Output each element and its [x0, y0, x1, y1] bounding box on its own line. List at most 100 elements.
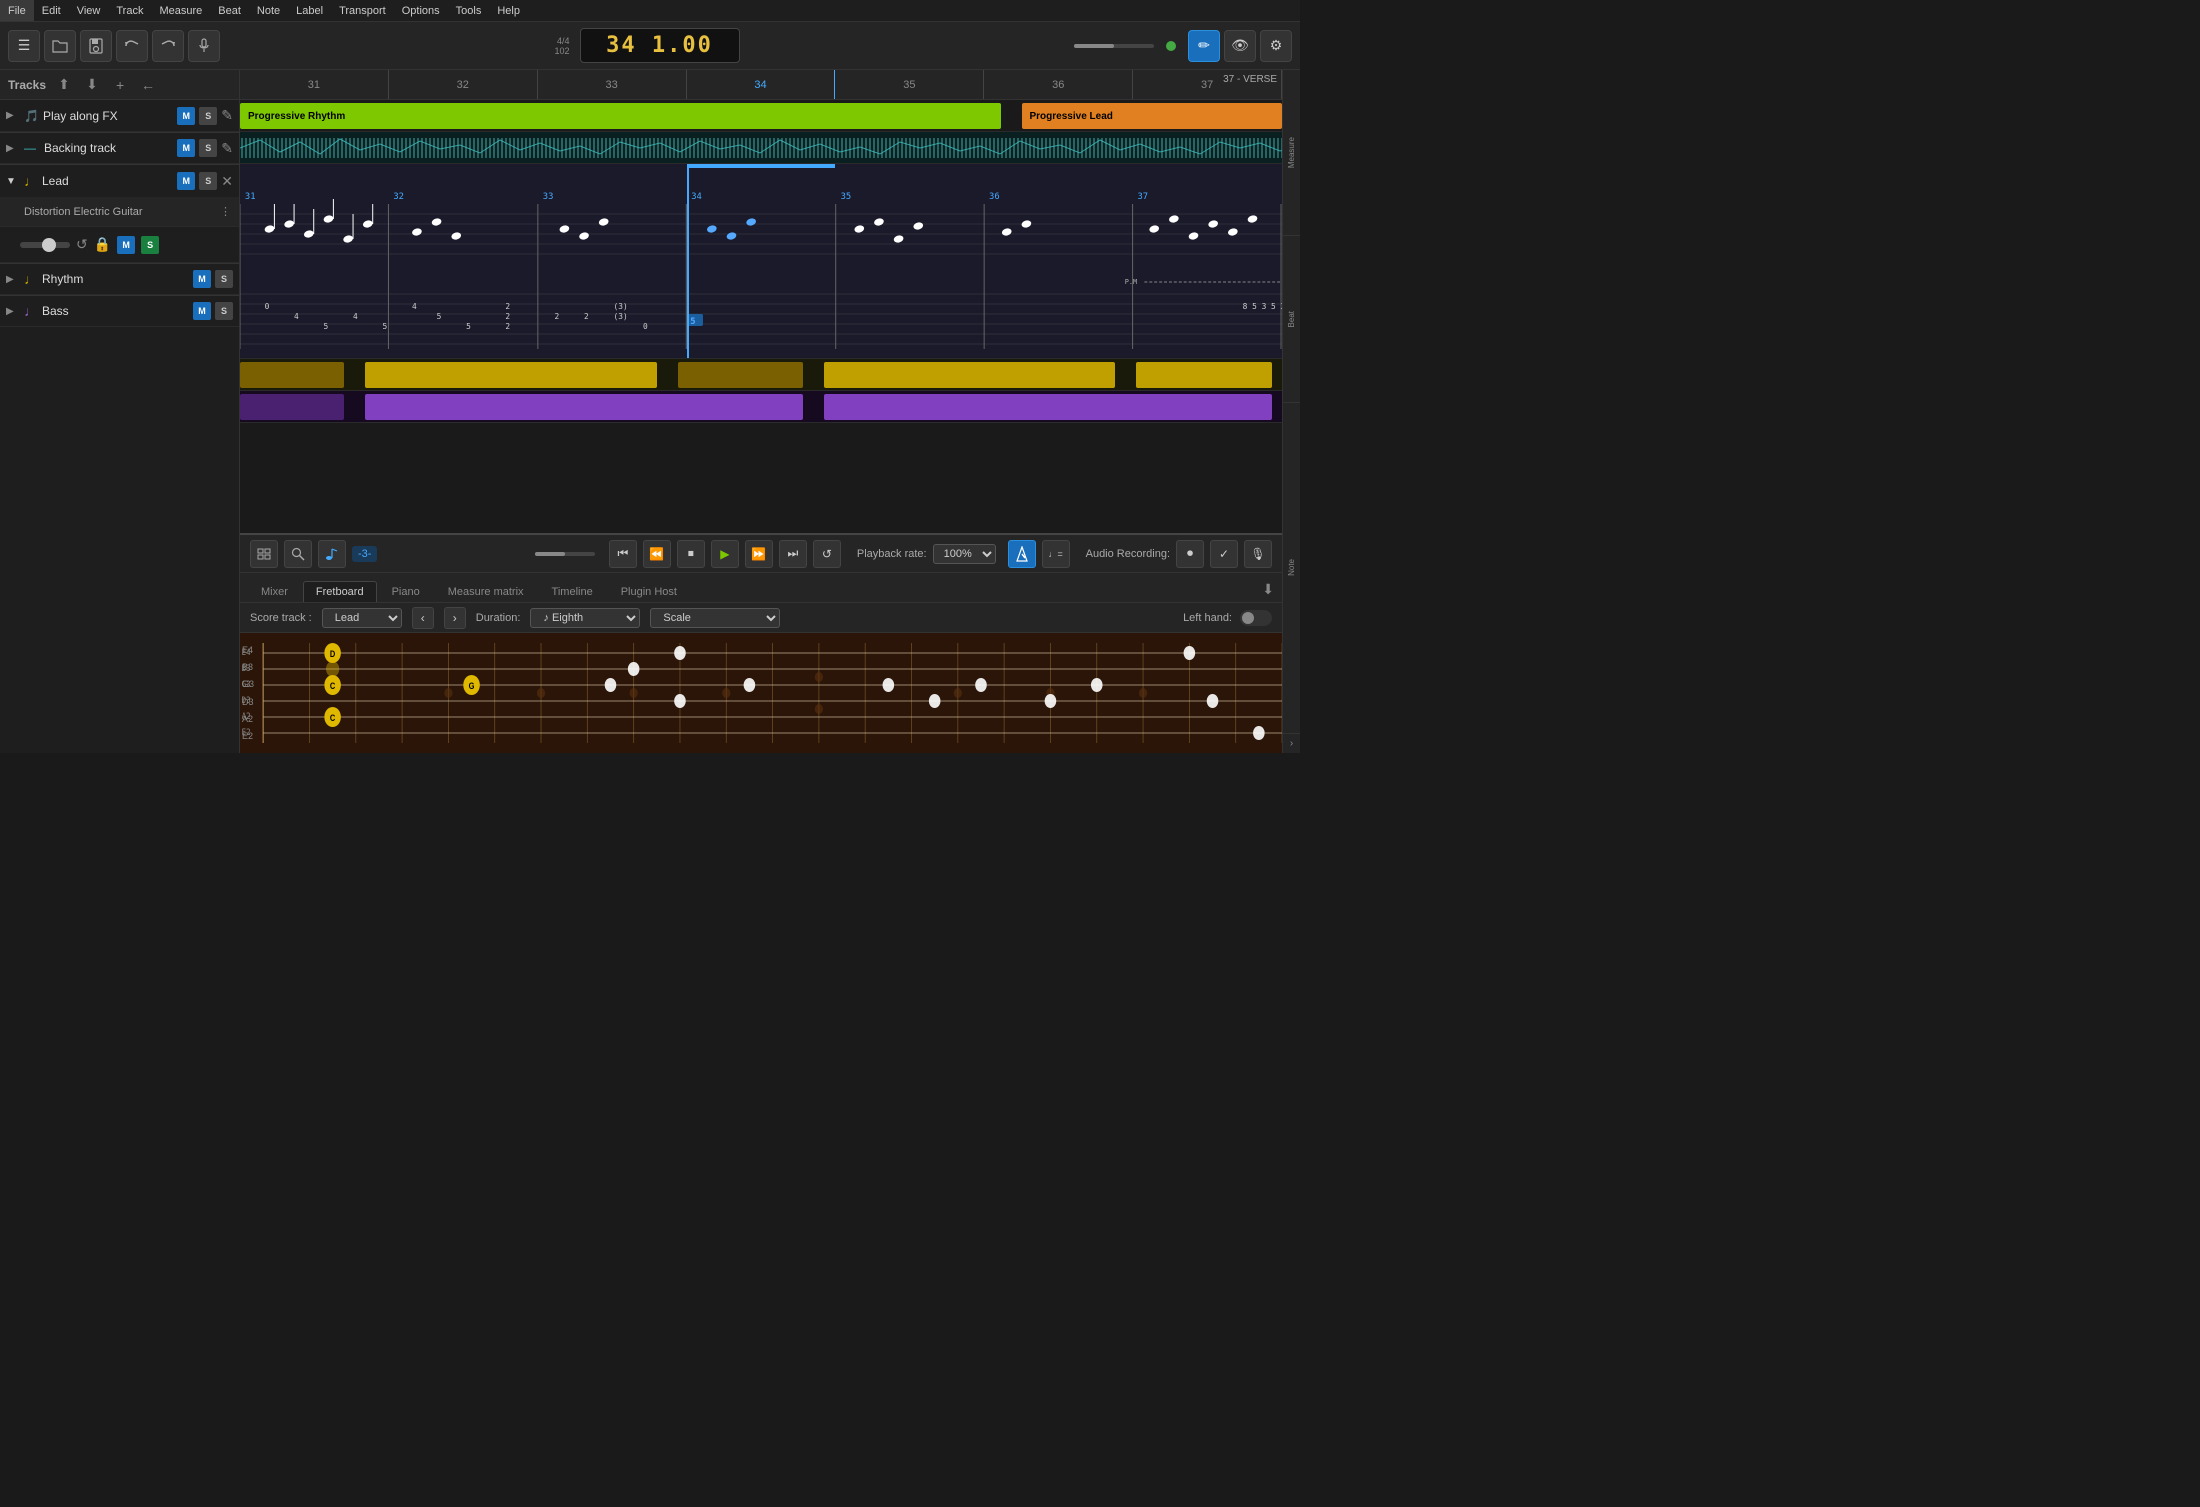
- measure-label: Measure: [1283, 70, 1300, 236]
- mute-backing[interactable]: M: [177, 139, 195, 157]
- menu-measure[interactable]: Measure: [151, 0, 210, 21]
- mic2-button[interactable]: 🎙: [1244, 540, 1272, 568]
- solo-rhythm[interactable]: S: [215, 270, 233, 288]
- panel-collapse-button[interactable]: ›: [1283, 733, 1300, 753]
- menu-label[interactable]: Label: [288, 0, 331, 21]
- rewind-button[interactable]: ⏪: [643, 540, 671, 568]
- hamburger-button[interactable]: ☰: [8, 30, 40, 62]
- mute-bass[interactable]: M: [193, 302, 211, 320]
- svg-text:C: C: [330, 713, 335, 723]
- note-view-button[interactable]: [318, 540, 346, 568]
- expand-all-button[interactable]: ⬇: [82, 75, 102, 95]
- menu-tools[interactable]: Tools: [448, 0, 490, 21]
- fretboard-svg: E4 B3 G3 D3 A2 E2: [240, 633, 1282, 753]
- save-button[interactable]: [80, 30, 112, 62]
- zoom-button[interactable]: [284, 540, 312, 568]
- solo-bass[interactable]: S: [215, 302, 233, 320]
- tab-piano[interactable]: Piano: [379, 581, 433, 602]
- svg-text:5: 5: [324, 322, 329, 331]
- metronome-button[interactable]: [1008, 540, 1036, 568]
- tab-plugin-host[interactable]: Plugin Host: [608, 581, 690, 602]
- score-track-select[interactable]: Lead Rhythm Bass: [322, 608, 402, 628]
- record-button[interactable]: ⏺: [1176, 540, 1204, 568]
- waveform-svg: [240, 132, 1282, 164]
- menu-note[interactable]: Note: [249, 0, 288, 21]
- pencil-mode-button[interactable]: ✏: [1188, 30, 1220, 62]
- nav-next-button[interactable]: ›: [444, 607, 466, 629]
- mic-button[interactable]: [188, 30, 220, 62]
- track-expand-lead[interactable]: ▼: [6, 176, 20, 187]
- mute-lead-2[interactable]: M: [117, 236, 135, 254]
- tab-timeline[interactable]: Timeline: [539, 581, 606, 602]
- menu-beat[interactable]: Beat: [210, 0, 249, 21]
- rewind-start-button[interactable]: ⏮: [609, 540, 637, 568]
- track-panel: Tracks ⬆ ⬇ + ← ▶ 🎵 Play along FX M S ✎ ▶…: [0, 70, 240, 753]
- menu-help[interactable]: Help: [489, 0, 528, 21]
- track-name-lead: Lead: [42, 174, 173, 188]
- svg-text:4: 4: [353, 312, 358, 321]
- fretboard-area[interactable]: E4 B3 G3 D3 A2 E2: [240, 633, 1282, 753]
- grid-view-button[interactable]: [250, 540, 278, 568]
- left-hand-toggle[interactable]: [1240, 610, 1272, 626]
- collapse-all-button[interactable]: ⬆: [54, 75, 74, 95]
- check-button[interactable]: ✓: [1210, 540, 1238, 568]
- mute-lead[interactable]: M: [177, 172, 195, 190]
- tab-fretboard[interactable]: Fretboard: [303, 581, 377, 602]
- mute-rhythm[interactable]: M: [193, 270, 211, 288]
- playback-rate-select[interactable]: 100% 75% 50%: [933, 544, 996, 564]
- svg-text:32: 32: [393, 192, 404, 202]
- svg-text:36: 36: [989, 192, 1000, 202]
- duration-label: Duration:: [476, 612, 521, 624]
- menu-edit[interactable]: Edit: [34, 0, 69, 21]
- panel-options-button[interactable]: ⬇: [1262, 581, 1274, 598]
- left-hand-label: Left hand:: [1183, 612, 1232, 624]
- solo-lead[interactable]: S: [199, 172, 217, 190]
- scale-select[interactable]: Scale Pentatonic Blues: [650, 608, 780, 628]
- volume-slider-lead[interactable]: [20, 242, 70, 248]
- duration-select[interactable]: ♪ Eighth ♩ Quarter 𝅗𝅥 Half: [530, 608, 640, 628]
- menu-transport[interactable]: Transport: [331, 0, 394, 21]
- view-mode-button[interactable]: 👁: [1224, 30, 1256, 62]
- close-lead[interactable]: ✕: [221, 173, 233, 190]
- instrument-menu[interactable]: ⋮: [220, 205, 231, 218]
- solo-playalong[interactable]: S: [199, 107, 217, 125]
- svg-text:P.M: P.M: [1125, 278, 1137, 286]
- edit-backing[interactable]: ✎: [221, 140, 233, 157]
- tempo-button[interactable]: ♩=: [1042, 540, 1070, 568]
- redo-button[interactable]: [152, 30, 184, 62]
- undo-button[interactable]: [116, 30, 148, 62]
- stop-button[interactable]: ⏹: [677, 540, 705, 568]
- settings-button[interactable]: ⚙: [1260, 30, 1292, 62]
- fast-forward-end-button[interactable]: ⏭: [779, 540, 807, 568]
- tab-measure-matrix[interactable]: Measure matrix: [435, 581, 537, 602]
- svg-text:D: D: [330, 649, 335, 659]
- menu-options[interactable]: Options: [394, 0, 448, 21]
- track-expand-backing[interactable]: ▶: [6, 143, 20, 154]
- svg-text:2: 2: [505, 312, 510, 321]
- tracks-label: Tracks: [8, 78, 46, 92]
- content-row-lead[interactable]: 31 32 33 34 35 36 37: [240, 164, 1282, 359]
- add-track-button[interactable]: +: [110, 75, 130, 95]
- menu-track[interactable]: Track: [108, 0, 151, 21]
- solo-backing[interactable]: S: [199, 139, 217, 157]
- menu-view[interactable]: View: [69, 0, 109, 21]
- tab-mixer[interactable]: Mixer: [248, 581, 301, 602]
- track-icon-rhythm: ♩: [24, 271, 38, 287]
- lock-icon[interactable]: 🔒: [94, 236, 111, 253]
- edit-playalong[interactable]: ✎: [221, 107, 233, 124]
- track-expand-bass[interactable]: ▶: [6, 306, 20, 317]
- loop-button[interactable]: ↺: [813, 540, 841, 568]
- track-expand-rhythm[interactable]: ▶: [6, 274, 20, 285]
- menu-file[interactable]: File: [0, 0, 34, 21]
- svg-text:2: 2: [584, 312, 589, 321]
- nav-prev-button[interactable]: ‹: [412, 607, 434, 629]
- mute-playalong[interactable]: M: [177, 107, 195, 125]
- track-expand-playalong[interactable]: ▶: [6, 110, 20, 121]
- loop-icon[interactable]: ↺: [76, 236, 88, 253]
- open-button[interactable]: [44, 30, 76, 62]
- zoom-slider[interactable]: [535, 552, 595, 556]
- solo-lead-2[interactable]: S: [141, 236, 159, 254]
- import-track-button[interactable]: ←: [138, 75, 158, 95]
- play-button[interactable]: ▶: [711, 540, 739, 568]
- fast-forward-button[interactable]: ⏩: [745, 540, 773, 568]
